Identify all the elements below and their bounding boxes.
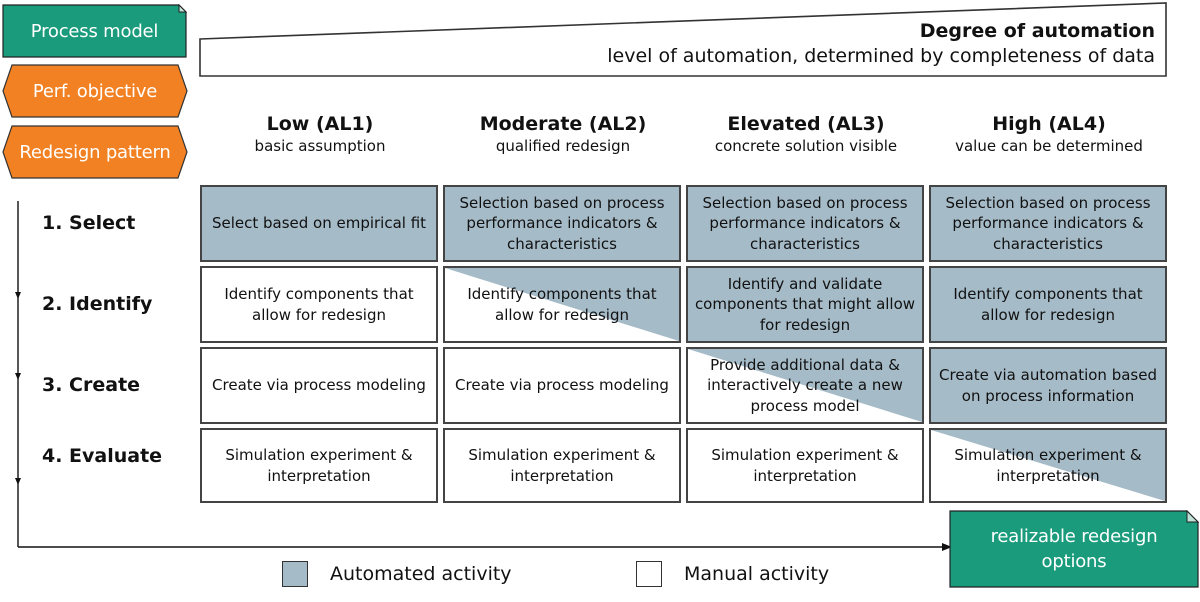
redesign-pattern-label: Redesign pattern <box>19 141 171 163</box>
step-create: 3. Create <box>42 374 141 396</box>
legend-automated-label: Automated activity <box>330 563 512 585</box>
automation-title: Degree of automation <box>919 20 1155 42</box>
matrix-cell-automated: Identify components that allow for redes… <box>929 266 1167 343</box>
arrow-tick-icon <box>15 292 21 299</box>
arrow-tick-icon <box>15 373 21 380</box>
cell-text: Identify components that allow for redes… <box>467 285 657 324</box>
column-title: Low (AL1) <box>266 113 374 135</box>
column-title: Moderate (AL2) <box>479 113 647 135</box>
cell-text: Simulation experiment & interpretation <box>225 446 413 485</box>
cell-text: Identify and validate components that mi… <box>694 274 916 334</box>
perf-objective-label: Perf. objective <box>32 80 158 102</box>
column-header-al2: Moderate (AL2) qualified redesign <box>443 112 683 156</box>
cell-text: Create via process modeling <box>212 376 426 395</box>
matrix-cell-automated: Identify and validate components that mi… <box>686 266 924 343</box>
column-subtitle: value can be determined <box>955 137 1143 155</box>
output-label: realizable redesign options <box>990 526 1158 572</box>
arrow-tick-icon <box>15 478 21 485</box>
column-subtitle: concrete solution visible <box>714 137 898 155</box>
perf-objective-tag: Perf. objective <box>2 64 188 118</box>
column-header-al1: Low (AL1) basic assumption <box>200 112 440 156</box>
cell-text: Select based on empirical fit <box>211 214 427 233</box>
matrix-cell-automated: Selection based on process performance i… <box>929 185 1167 262</box>
legend-manual-swatch <box>636 561 662 587</box>
column-header-al4: High (AL4) value can be determined <box>929 112 1169 156</box>
cell-text: Selection based on process performance i… <box>459 193 665 253</box>
cell-text: Simulation experiment & interpretation <box>711 446 899 485</box>
automation-subtitle: level of automation, determined by compl… <box>607 45 1155 67</box>
matrix-cell-partial: Identify components that allow for redes… <box>443 266 681 343</box>
matrix-cell-automated: Create via automation based on process i… <box>929 347 1167 424</box>
matrix-cell-manual: Create via process modeling <box>443 347 681 424</box>
cell-text: Identify components that allow for redes… <box>953 285 1143 324</box>
matrix-cell-manual: Create via process modeling <box>200 347 438 424</box>
column-title: Elevated (AL3) <box>727 113 885 135</box>
column-subtitle: qualified redesign <box>495 137 631 155</box>
matrix-cell-manual: Identify components that allow for redes… <box>200 266 438 343</box>
matrix-cell-partial: Provide additional data & interactively … <box>686 347 924 424</box>
step-identify: 2. Identify <box>42 293 153 315</box>
cell-text: Selection based on process performance i… <box>702 193 908 253</box>
process-model-label: Process model <box>30 20 159 42</box>
cell-text: Create via automation based on process i… <box>939 366 1157 405</box>
cell-text: Identify components that allow for redes… <box>224 285 414 324</box>
matrix-cell-partial: Simulation experiment & interpretation <box>929 428 1167 503</box>
legend-manual-label: Manual activity <box>684 563 830 585</box>
matrix-cell-manual: Simulation experiment & interpretation <box>200 428 438 503</box>
legend-automated-swatch <box>282 561 308 587</box>
column-title: High (AL4) <box>992 113 1106 135</box>
matrix-cell-automated: Select based on empirical fit <box>200 185 438 262</box>
process-model-document: Process model <box>2 4 187 58</box>
matrix-cell-manual: Simulation experiment & interpretation <box>686 428 924 503</box>
cell-text: Provide additional data & interactively … <box>707 355 903 415</box>
matrix-cell-automated: Selection based on process performance i… <box>443 185 681 262</box>
column-header-al3: Elevated (AL3) concrete solution visible <box>686 112 926 156</box>
cell-text: Selection based on process performance i… <box>945 193 1151 253</box>
step-select: 1. Select <box>42 212 136 234</box>
cell-text: Simulation experiment & interpretation <box>954 446 1142 485</box>
column-subtitle: basic assumption <box>254 137 386 155</box>
matrix-cell-manual: Simulation experiment & interpretation <box>443 428 681 503</box>
matrix-cell-automated: Selection based on process performance i… <box>686 185 924 262</box>
cell-text: Create via process modeling <box>455 376 669 395</box>
step-evaluate: 4. Evaluate <box>42 445 163 467</box>
output-document: realizable redesign options <box>949 510 1199 588</box>
cell-text: Simulation experiment & interpretation <box>468 446 656 485</box>
redesign-pattern-tag: Redesign pattern <box>2 125 188 179</box>
